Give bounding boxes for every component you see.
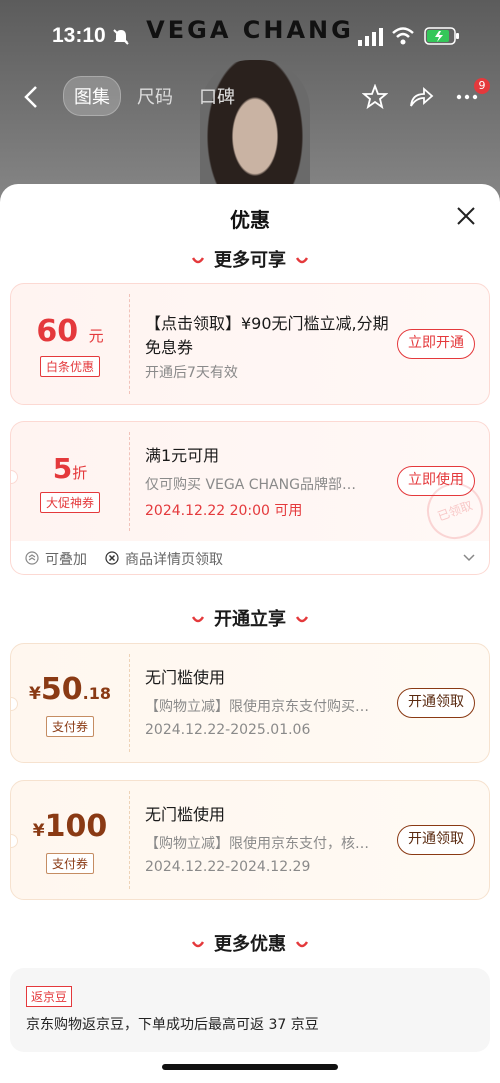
coupon-footer: 可叠加 商品详情页领取 — [10, 541, 490, 575]
smile-decor-icon — [296, 941, 308, 948]
coupon-divider — [129, 432, 130, 531]
coupon-scope: 【购物立减】限使用京东支付购买… — [145, 699, 369, 715]
coupon-type-tag: 白条优惠 — [39, 356, 100, 377]
tab-size[interactable]: 尺码 — [127, 77, 183, 115]
chevron-down-icon[interactable] — [463, 553, 475, 563]
coupon-title: 无门槛使用 — [145, 805, 226, 824]
coupon-type-tag: 大促神券 — [39, 492, 100, 513]
coupon-value: 60 元 白条优惠 — [11, 284, 129, 404]
close-icon[interactable] — [456, 206, 476, 226]
coupon-card-baitiao: 60 元 白条优惠 【点击领取】¥90无门槛立减,分期免息券 开通后7天有效 立… — [10, 283, 490, 405]
coupon-value: ¥50.18 支付券 — [11, 644, 129, 762]
claim-source-label: 商品详情页领取 — [125, 552, 223, 568]
coupon-title: 【点击领取】¥90无门槛立减,分期免息券 — [145, 314, 389, 357]
coupon-title: 无门槛使用 — [145, 668, 226, 687]
coupon-scope: 【购物立减】限使用京东支付，核… — [145, 836, 369, 852]
home-indicator[interactable] — [162, 1064, 338, 1070]
coupon-divider — [129, 654, 130, 752]
share-icon[interactable] — [408, 84, 434, 110]
open-claim-button[interactable]: 开通领取 — [397, 825, 475, 855]
wifi-icon — [392, 27, 414, 45]
signal-icon — [358, 28, 383, 46]
coupon-title: 满1元可用 — [145, 446, 220, 465]
coupon-value: 5折 大促神券 — [11, 422, 129, 541]
smile-decor-icon — [296, 257, 308, 264]
smile-decor-icon — [296, 616, 308, 623]
product-nav-bar: 图集 尺码 口碑 9 — [0, 76, 500, 118]
battery-icon — [424, 27, 459, 45]
coupon-type-tag: 支付券 — [45, 853, 94, 874]
coupon-divider — [129, 791, 130, 889]
coupon-start-date: 2024.12.22 20:00 可用 — [145, 503, 303, 519]
coupon-card-promo: 5折 大促神券 满1元可用 仅可购买 VEGA CHANG品牌部… 2024.1… — [10, 421, 490, 541]
coupon-card-pay-100: ¥100 支付券 无门槛使用 【购物立减】限使用京东支付，核… 2024.12.… — [10, 780, 490, 900]
coupon-scope: 仅可购买 VEGA CHANG品牌部… — [145, 477, 356, 493]
smile-decor-icon — [192, 257, 204, 264]
section-heading-open-enjoy: 开通立享 — [0, 605, 500, 631]
status-bar: 13:10 — [0, 0, 500, 72]
product-tabs: 图集 尺码 口碑 — [63, 76, 245, 116]
tab-reviews[interactable]: 口碑 — [189, 77, 245, 115]
sheet-title: 优惠 — [230, 208, 270, 232]
activate-now-button[interactable]: 立即开通 — [397, 329, 475, 359]
bell-muted-icon — [113, 29, 129, 45]
star-icon[interactable] — [362, 84, 388, 110]
smile-decor-icon — [192, 941, 204, 948]
stackable-label: 可叠加 — [45, 552, 87, 568]
jingdou-rebate-card: 返京豆 京东购物返京豆，下单成功后最高可返 37 京豆 — [10, 968, 490, 1052]
smile-decor-icon — [192, 616, 204, 623]
stack-icon — [25, 551, 39, 565]
product-page-icon — [105, 551, 119, 565]
status-time: 13:10 — [52, 24, 106, 47]
section-heading-more-available: 更多可享 — [0, 246, 500, 272]
back-arrow-icon[interactable] — [22, 84, 40, 110]
tab-gallery[interactable]: 图集 — [63, 76, 121, 116]
coupon-date-range: 2024.12.22-2025.01.06 — [145, 722, 311, 738]
coupon-divider — [129, 294, 130, 394]
rebate-text: 京东购物返京豆，下单成功后最高可返 37 京豆 — [26, 1017, 319, 1033]
open-claim-button[interactable]: 开通领取 — [397, 688, 475, 718]
coupon-date-range: 2024.12.22-2024.12.29 — [145, 859, 311, 875]
coupon-type-tag: 支付券 — [45, 716, 94, 737]
section-heading-more-offers: 更多优惠 — [0, 930, 500, 956]
rebate-tag: 返京豆 — [26, 986, 73, 1007]
coupon-value: ¥100 支付券 — [11, 781, 129, 899]
notification-badge: 9 — [474, 78, 490, 94]
coupon-validity: 开通后7天有效 — [145, 365, 238, 381]
offers-sheet: 优惠 更多可享 60 元 白条优惠 【点击领取】¥90无门槛立减,分期免息券 开… — [0, 184, 500, 1083]
coupon-card-pay-50: ¥50.18 支付券 无门槛使用 【购物立减】限使用京东支付购买… 2024.1… — [10, 643, 490, 763]
